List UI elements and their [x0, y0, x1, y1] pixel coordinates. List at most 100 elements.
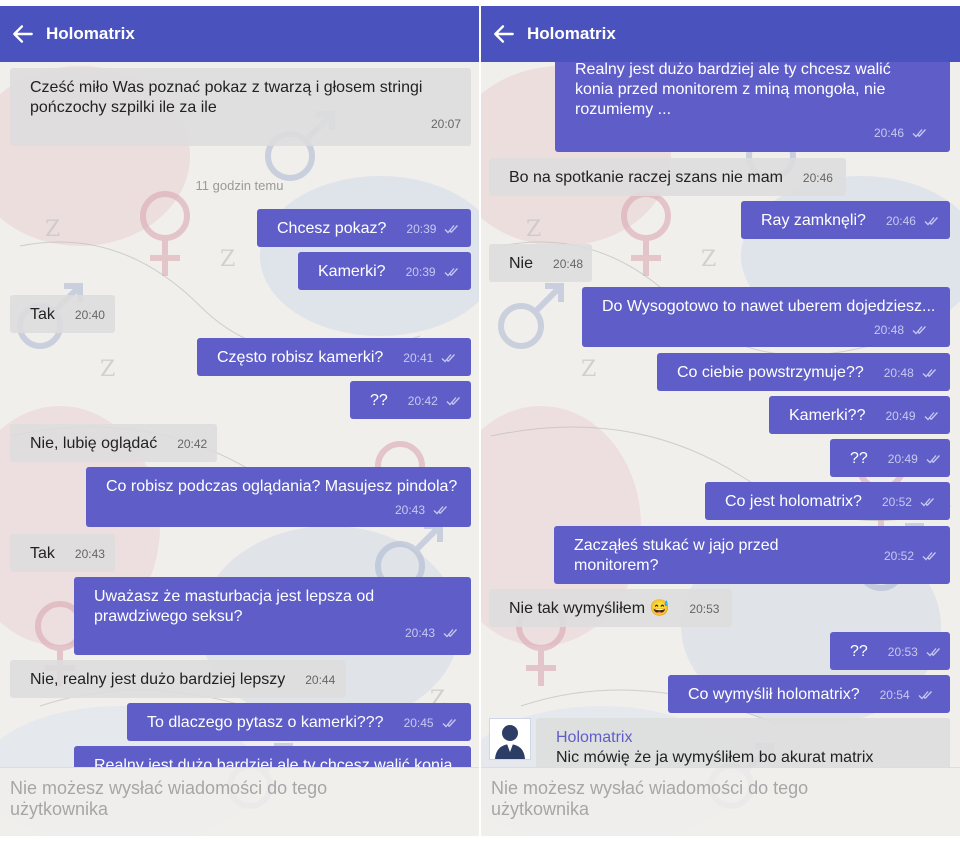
message-time: 20:53 [887, 645, 918, 659]
double-check-icon [926, 454, 944, 464]
chat-header: Holomatrix [481, 6, 960, 62]
arrow-left-icon[interactable] [10, 21, 36, 47]
message-time: 20:42 [407, 394, 438, 408]
message-time: 20:07 [430, 117, 461, 131]
chat-panel-right: Holomatrix Realny jest dużo bardziej ale… [481, 6, 960, 836]
message-list[interactable]: Cześć miło Was poznać pokaz z twarzą i g… [0, 62, 479, 768]
message-outgoing: Uważasz że masturbacja jest lepsza od pr… [74, 577, 471, 655]
message-outgoing: Co wymyślił holomatrix? 20:54 [668, 675, 950, 713]
message-time: 20:45 [403, 716, 434, 730]
message-time: 20:54 [879, 688, 910, 702]
message-time: 20:41 [403, 351, 434, 365]
message-time: 20:52 [881, 495, 912, 509]
double-check-icon [444, 224, 462, 234]
message-outgoing: Realny jest dużo bardziej ale ty chcesz … [555, 62, 950, 152]
message-text: ?? [850, 643, 868, 660]
message-incoming: Nie tak wymyśliłem 😅 20:53 [489, 589, 732, 627]
message-time: 20:49 [887, 452, 918, 466]
message-outgoing: Kamerki?? 20:49 [769, 396, 950, 434]
double-check-icon [433, 505, 451, 515]
message-text: Zacząłeś stukać w jajo przed monitorem? [574, 537, 779, 574]
message-outgoing: Ray zamknęli? 20:46 [741, 201, 950, 239]
message-text: Co wymyślił holomatrix? [688, 686, 860, 703]
message-incoming: Nie, realny jest dużo bardziej lepszy 20:… [10, 660, 346, 698]
message-incoming: Bo na spotkanie raczej szans nie mam 20:4… [489, 158, 846, 196]
message-time: 20:40 [74, 308, 105, 322]
double-check-icon [922, 551, 940, 561]
chat-title: Holomatrix [46, 24, 135, 43]
message-text: Ray zamknęli? [761, 212, 866, 229]
message-text: Co robisz podczas oglądania? Masujesz pi… [106, 478, 458, 495]
message-outgoing: Co ciebie powstrzymuje?? 20:48 [657, 353, 950, 391]
message-outgoing: Kamerki? 20:39 [298, 252, 471, 290]
message-text: Nic mówię że ja wymyśliłem bo akurat mat… [556, 749, 874, 766]
message-outgoing: Często robisz kamerki? 20:41 [197, 338, 471, 376]
message-time: 20:52 [883, 549, 914, 563]
double-check-icon [924, 411, 942, 421]
message-time: 20:48 [883, 366, 914, 380]
message-text: Nie [509, 255, 534, 272]
message-text: Tak [30, 306, 55, 323]
message-time: 20:46 [873, 126, 904, 140]
arrow-left-icon[interactable] [491, 21, 517, 47]
message-time: 20:49 [885, 409, 916, 423]
cannot-send-notice: Nie możesz wysłać wiadomości do tego uży… [491, 778, 809, 819]
user-avatar-icon[interactable] [489, 718, 531, 760]
message-text: Do Wysogotowo to nawet uberem dojedziesz… [602, 298, 936, 315]
message-text: ?? [370, 392, 388, 409]
cannot-send-notice: Nie możesz wysłać wiadomości do tego uży… [10, 778, 328, 819]
double-check-icon [444, 267, 462, 277]
double-check-icon [920, 497, 938, 507]
message-incoming: Tak 20:43 [10, 534, 115, 572]
message-time: 20:46 [802, 171, 833, 185]
message-text: Cześć miło Was poznać pokaz z twarzą i g… [30, 79, 423, 116]
message-time: 20:43 [394, 503, 425, 517]
double-check-icon [922, 368, 940, 378]
time-separator: 11 godzin temu [195, 178, 284, 193]
message-sender: Holomatrix [556, 729, 633, 746]
message-text: Tak [30, 545, 55, 562]
message-incoming: Cześć miło Was poznać pokaz z twarzą i g… [10, 68, 471, 146]
message-outgoing: To dlaczego pytasz o kamerki??? 20:45 [127, 703, 471, 741]
chat-header: Holomatrix [0, 6, 479, 62]
message-text: Co ciebie powstrzymuje?? [677, 364, 864, 381]
message-text: Kamerki?? [789, 407, 866, 424]
message-time: 20:48 [873, 323, 904, 337]
double-check-icon [443, 628, 461, 638]
message-text: Realny jest dużo bardziej ale ty chcesz … [575, 62, 891, 118]
double-check-icon [924, 216, 942, 226]
message-outgoing: Chcesz pokaz? 20:39 [257, 209, 471, 247]
message-incoming: Tak 20:40 [10, 295, 115, 333]
message-text: Co jest holomatrix? [725, 493, 862, 510]
double-check-icon [441, 353, 459, 363]
message-time: 20:42 [177, 437, 208, 451]
message-time: 20:53 [689, 602, 720, 616]
message-outgoing: Zacząłeś stukać w jajo przed monitorem? … [554, 526, 950, 584]
message-outgoing: ?? 20:49 [830, 439, 950, 477]
message-outgoing: ?? 20:42 [350, 381, 471, 419]
double-check-icon [446, 396, 464, 406]
message-time: 20:39 [405, 265, 436, 279]
double-check-icon [912, 128, 930, 138]
message-incoming: Nie, lubię oglądać 20:42 [10, 424, 217, 462]
message-time: 20:43 [74, 547, 105, 561]
double-check-icon [442, 718, 460, 728]
message-text: ?? [850, 450, 868, 467]
message-outgoing: Realny jest dużo bardziej ale ty chcesz … [74, 746, 471, 768]
message-text: Bo na spotkanie raczej szans nie mam [509, 169, 783, 186]
message-outgoing: ?? 20:53 [830, 632, 950, 670]
message-incoming: Nie 20:48 [489, 244, 592, 282]
double-check-icon [918, 690, 936, 700]
message-text: Chcesz pokaz? [277, 220, 387, 237]
message-text: Nie tak wymyśliłem 😅 [509, 600, 670, 617]
double-check-icon [912, 325, 930, 335]
message-text: Często robisz kamerki? [217, 349, 384, 366]
message-text: To dlaczego pytasz o kamerki??? [147, 714, 384, 731]
message-text: Nie, realny jest dużo bardziej lepszy [30, 671, 286, 688]
message-outgoing: Do Wysogotowo to nawet uberem dojedziesz… [582, 287, 950, 347]
message-list[interactable]: Realny jest dużo bardziej ale ty chcesz … [481, 62, 960, 768]
message-input-disabled: Nie możesz wysłać wiadomości do tego uży… [481, 767, 960, 836]
message-outgoing: Co jest holomatrix? 20:52 [705, 482, 950, 520]
message-time: 20:46 [885, 214, 916, 228]
message-outgoing: Co robisz podczas oglądania? Masujesz pi… [86, 467, 471, 527]
